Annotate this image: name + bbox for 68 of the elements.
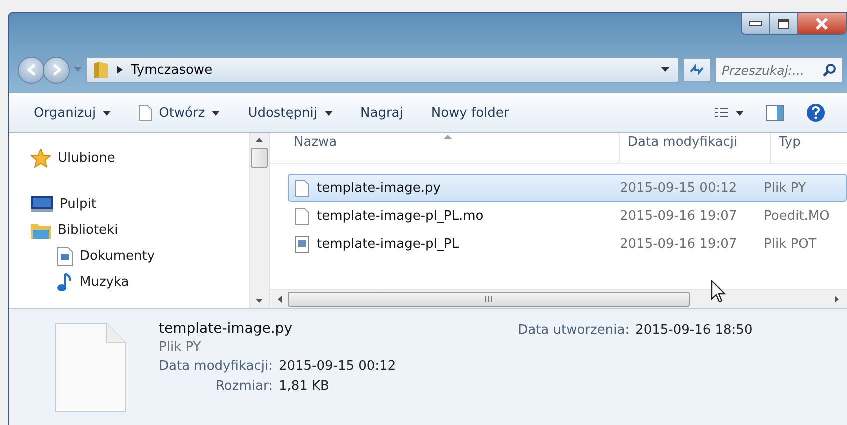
file-type: Plik PY xyxy=(159,340,202,355)
toolbar-button[interactable]: Nagraj xyxy=(352,102,412,124)
search-field[interactable]: Przeszukaj:... xyxy=(715,57,843,83)
maximize-button[interactable] xyxy=(770,13,798,34)
close-button[interactable] xyxy=(798,13,846,34)
file-row[interactable]: template-image-pl_PL.mo 2015-09-16 19:07 Poedit.MO xyxy=(288,202,847,230)
folder-icon xyxy=(93,61,109,79)
library-folder-icon xyxy=(31,222,51,238)
property-label: Rozmiar: xyxy=(214,379,273,394)
sidebar-item[interactable]: Muzyka xyxy=(9,269,249,295)
sidebar-item[interactable]: Biblioteki xyxy=(9,217,249,243)
scrollbar-thumb[interactable] xyxy=(288,292,690,306)
property-value: 2015-09-15 00:12 xyxy=(278,359,396,374)
grip-icon xyxy=(485,296,493,302)
document-icon xyxy=(57,246,73,266)
chevron-icon xyxy=(117,66,123,74)
path-text: Tymczasowe xyxy=(131,62,214,78)
forward-button[interactable] xyxy=(43,56,70,84)
sidebar-item[interactable]: Dokumenty xyxy=(9,243,249,269)
refresh-button[interactable] xyxy=(683,58,711,82)
open-button[interactable]: Otwórz xyxy=(130,101,230,125)
address-bar[interactable]: Tymczasowe xyxy=(86,57,679,83)
caret-icon xyxy=(103,110,112,116)
close-icon xyxy=(815,18,829,30)
toolbar-button[interactable]: Udostępnij xyxy=(239,102,342,124)
sidebar-item[interactable]: Ulubione xyxy=(9,145,249,171)
back-button[interactable] xyxy=(18,56,45,84)
scroll-down-icon xyxy=(256,299,263,303)
sidebar-item[interactable]: Pulpit xyxy=(9,191,249,217)
file-row[interactable]: template-image-pl_PL 2015-09-16 19:07 Plik POT xyxy=(288,230,847,258)
monitor-icon xyxy=(31,196,53,212)
toolbar-button[interactable]: Nowy folder xyxy=(422,102,518,124)
column-header[interactable]: Nazwa xyxy=(292,133,620,163)
help-icon xyxy=(806,103,826,123)
caret-icon[interactable] xyxy=(661,67,670,73)
property-value: 1,81 KB xyxy=(278,379,330,394)
property-label: Data modyfikacji: xyxy=(159,359,273,374)
sort-caret-icon xyxy=(444,135,452,139)
caret-icon xyxy=(324,110,332,116)
text-file-icon xyxy=(295,236,309,252)
caret-icon xyxy=(212,110,220,116)
vertical-scrollbar[interactable] xyxy=(249,133,269,308)
list-view-icon xyxy=(714,107,744,119)
maximize-icon xyxy=(778,18,789,28)
mouse-cursor xyxy=(711,280,727,304)
file-icon xyxy=(55,323,127,413)
horizontal-scrollbar[interactable] xyxy=(270,289,847,308)
property-label: Data utworzenia: xyxy=(518,323,630,338)
property-value: 2015-09-16 18:50 xyxy=(636,323,753,338)
scroll-left-icon xyxy=(278,296,282,302)
file-icon xyxy=(295,208,309,224)
minimize-icon xyxy=(749,21,762,26)
column-header[interactable]: Typ xyxy=(771,133,847,163)
scroll-up-icon xyxy=(256,138,263,142)
preview-pane-icon xyxy=(766,105,784,121)
file-name: template-image.py xyxy=(159,321,294,337)
scrollbar-thumb[interactable] xyxy=(251,148,268,168)
file-row[interactable]: template-image.py 2015-09-15 00:12 Plik PY xyxy=(288,174,847,202)
scroll-right-icon xyxy=(835,296,839,302)
column-header[interactable]: Data modyfikacji xyxy=(620,133,771,163)
music-note-icon xyxy=(57,272,73,292)
star-icon xyxy=(31,148,51,168)
file-icon xyxy=(295,180,309,196)
toolbar-button[interactable]: Organizuj xyxy=(25,102,120,124)
minimize-button[interactable] xyxy=(742,13,770,34)
refresh-icon xyxy=(689,63,705,77)
search-icon xyxy=(823,63,837,77)
file-icon xyxy=(139,105,152,121)
